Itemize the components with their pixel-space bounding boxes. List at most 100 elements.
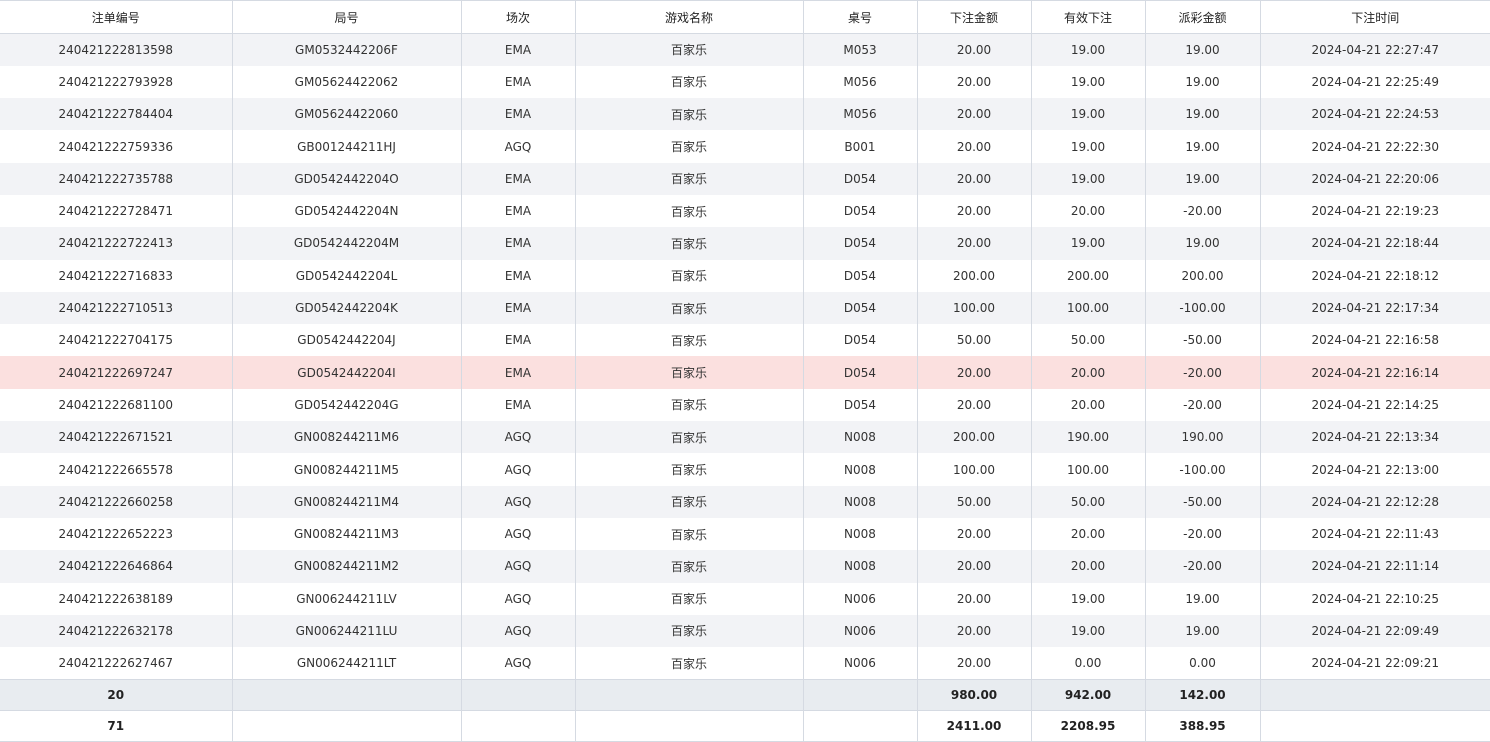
table-row[interactable]: 240421222627467 GN006244211LT AGQ 百家乐 N006 20… <box>0 647 1490 680</box>
cell-bet-time: 2024-04-21 22:24:53 <box>1259 98 1490 131</box>
cell-venue: AGQ <box>460 130 575 163</box>
cell-bet-time: 2024-04-21 22:22:30 <box>1259 130 1490 163</box>
table-row[interactable]: 240421222681100 GD0542442204G EMA 百家乐 D054 20… <box>0 388 1490 422</box>
cell-valid-bet: 19.00 <box>1030 227 1145 260</box>
cell-table-no: D054 <box>802 291 917 325</box>
cell-venue: EMA <box>460 194 575 228</box>
cell-payout: 190.00 <box>1144 421 1260 454</box>
cell-table-no: N006 <box>802 614 917 648</box>
cell-payout: 19.00 <box>1144 162 1260 195</box>
cell-payout: -20.00 <box>1144 388 1260 422</box>
col-header-table-no[interactable]: 桌号 <box>802 0 917 34</box>
col-header-valid-bet[interactable]: 有效下注 <box>1030 0 1145 34</box>
table-row[interactable]: 240421222646864 GN008244211M2 AGQ 百家乐 N008 20… <box>0 550 1490 583</box>
total-valid-bet: 2208.95 <box>1030 709 1145 742</box>
cell-game-name: 百家乐 <box>574 614 803 648</box>
cell-game-name: 百家乐 <box>574 647 803 680</box>
cell-bet-amount: 20.00 <box>916 517 1031 551</box>
table-row[interactable]: 240421222793928 GM05624422062 EMA 百家乐 M056 20… <box>0 65 1490 99</box>
cell-round-id: GN008244211M6 <box>231 421 461 454</box>
cell-payout: 19.00 <box>1144 614 1260 648</box>
table-row[interactable]: 240421222728471 GD0542442204N EMA 百家乐 D054 20… <box>0 194 1490 228</box>
cell-venue: AGQ <box>460 647 575 680</box>
cell-round-id: GN006244211LT <box>231 647 461 680</box>
cell-bet-amount: 20.00 <box>916 582 1031 615</box>
cell-bet-id: 240421222793928 <box>0 65 232 99</box>
cell-payout: 19.00 <box>1144 98 1260 131</box>
col-header-venue[interactable]: 场次 <box>460 0 575 34</box>
total-cell <box>1259 709 1490 742</box>
col-header-bet-amount[interactable]: 下注金额 <box>916 0 1031 34</box>
table-row[interactable]: 240421222784404 GM05624422060 EMA 百家乐 M056 20… <box>0 98 1490 131</box>
cell-venue: AGQ <box>460 485 575 518</box>
cell-venue: EMA <box>460 33 575 66</box>
cell-game-name: 百家乐 <box>574 453 803 486</box>
cell-bet-amount: 20.00 <box>916 227 1031 260</box>
table-row[interactable]: 240421222652223 GN008244211M3 AGQ 百家乐 N008 20… <box>0 517 1490 551</box>
cell-valid-bet: 20.00 <box>1030 356 1145 389</box>
cell-valid-bet: 190.00 <box>1030 421 1145 454</box>
cell-payout: 19.00 <box>1144 582 1260 615</box>
cell-round-id: GD0542442204G <box>231 388 461 422</box>
subtotal-payout: 142.00 <box>1144 678 1260 711</box>
table-row[interactable]: 240421222735788 GD0542442204O EMA 百家乐 D054 20… <box>0 162 1490 195</box>
cell-round-id: GN006244211LV <box>231 582 461 615</box>
table-row[interactable]: 240421222813598 GM0532442206F EMA 百家乐 M053 20… <box>0 33 1490 66</box>
cell-bet-id: 240421222681100 <box>0 388 232 422</box>
cell-table-no: B001 <box>802 130 917 163</box>
cell-bet-time: 2024-04-21 22:09:21 <box>1259 647 1490 680</box>
cell-bet-id: 240421222784404 <box>0 98 232 131</box>
cell-bet-time: 2024-04-21 22:13:34 <box>1259 421 1490 454</box>
table-row[interactable]: 240421222697247 GD0542442204I EMA 百家乐 D054 20… <box>0 356 1490 389</box>
cell-bet-time: 2024-04-21 22:18:12 <box>1259 259 1490 292</box>
col-header-payout[interactable]: 派彩金额 <box>1144 0 1260 34</box>
cell-game-name: 百家乐 <box>574 291 803 325</box>
cell-valid-bet: 19.00 <box>1030 65 1145 99</box>
table-row[interactable]: 240421222704175 GD0542442204J EMA 百家乐 D054 50… <box>0 324 1490 357</box>
table-row[interactable]: 240421222665578 GN008244211M5 AGQ 百家乐 N008 10… <box>0 453 1490 486</box>
cell-round-id: GD0542442204I <box>231 356 461 389</box>
cell-table-no: D054 <box>802 194 917 228</box>
table-row[interactable]: 240421222722413 GD0542442204M EMA 百家乐 D054 20… <box>0 227 1490 260</box>
cell-valid-bet: 20.00 <box>1030 388 1145 422</box>
table-row[interactable]: 240421222671521 GN008244211M6 AGQ 百家乐 N008 20… <box>0 421 1490 454</box>
cell-bet-amount: 20.00 <box>916 647 1031 680</box>
table-row[interactable]: 240421222759336 GB001244211HJ AGQ 百家乐 B001 20… <box>0 130 1490 163</box>
cell-bet-amount: 20.00 <box>916 614 1031 648</box>
cell-bet-time: 2024-04-21 22:20:06 <box>1259 162 1490 195</box>
cell-game-name: 百家乐 <box>574 550 803 583</box>
table-row[interactable]: 240421222716833 GD0542442204L EMA 百家乐 D054 20… <box>0 259 1490 292</box>
col-header-round-id[interactable]: 局号 <box>231 0 461 34</box>
subtotal-valid-bet: 942.00 <box>1030 678 1145 711</box>
table-row[interactable]: 240421222710513 GD0542442204K EMA 百家乐 D054 10… <box>0 291 1490 325</box>
cell-payout: -100.00 <box>1144 291 1260 325</box>
table-row[interactable]: 240421222632178 GN006244211LU AGQ 百家乐 N006 20… <box>0 614 1490 648</box>
table-row[interactable]: 240421222638189 GN006244211LV AGQ 百家乐 N006 20… <box>0 582 1490 615</box>
col-header-game-name[interactable]: 游戏名称 <box>574 0 803 34</box>
cell-valid-bet: 19.00 <box>1030 162 1145 195</box>
col-header-bet-id[interactable]: 注单编号 <box>0 0 232 34</box>
cell-venue: AGQ <box>460 582 575 615</box>
cell-bet-amount: 20.00 <box>916 388 1031 422</box>
col-header-bet-time[interactable]: 下注时间 <box>1259 0 1490 34</box>
total-count: 71 <box>0 709 232 742</box>
cell-bet-id: 240421222722413 <box>0 227 232 260</box>
cell-bet-id: 240421222697247 <box>0 356 232 389</box>
cell-valid-bet: 19.00 <box>1030 33 1145 66</box>
cell-game-name: 百家乐 <box>574 388 803 422</box>
cell-round-id: GD0542442204L <box>231 259 461 292</box>
table-row[interactable]: 240421222660258 GN008244211M4 AGQ 百家乐 N008 50… <box>0 485 1490 518</box>
cell-venue: EMA <box>460 388 575 422</box>
cell-bet-time: 2024-04-21 22:25:49 <box>1259 65 1490 99</box>
cell-bet-amount: 100.00 <box>916 291 1031 325</box>
cell-venue: AGQ <box>460 614 575 648</box>
cell-venue: EMA <box>460 356 575 389</box>
cell-payout: -20.00 <box>1144 517 1260 551</box>
cell-bet-id: 240421222660258 <box>0 485 232 518</box>
subtotal-cell <box>574 678 803 711</box>
cell-bet-id: 240421222632178 <box>0 614 232 648</box>
subtotal-cell <box>802 678 917 711</box>
cell-table-no: M056 <box>802 98 917 131</box>
cell-round-id: GD0542442204M <box>231 227 461 260</box>
cell-venue: EMA <box>460 98 575 131</box>
